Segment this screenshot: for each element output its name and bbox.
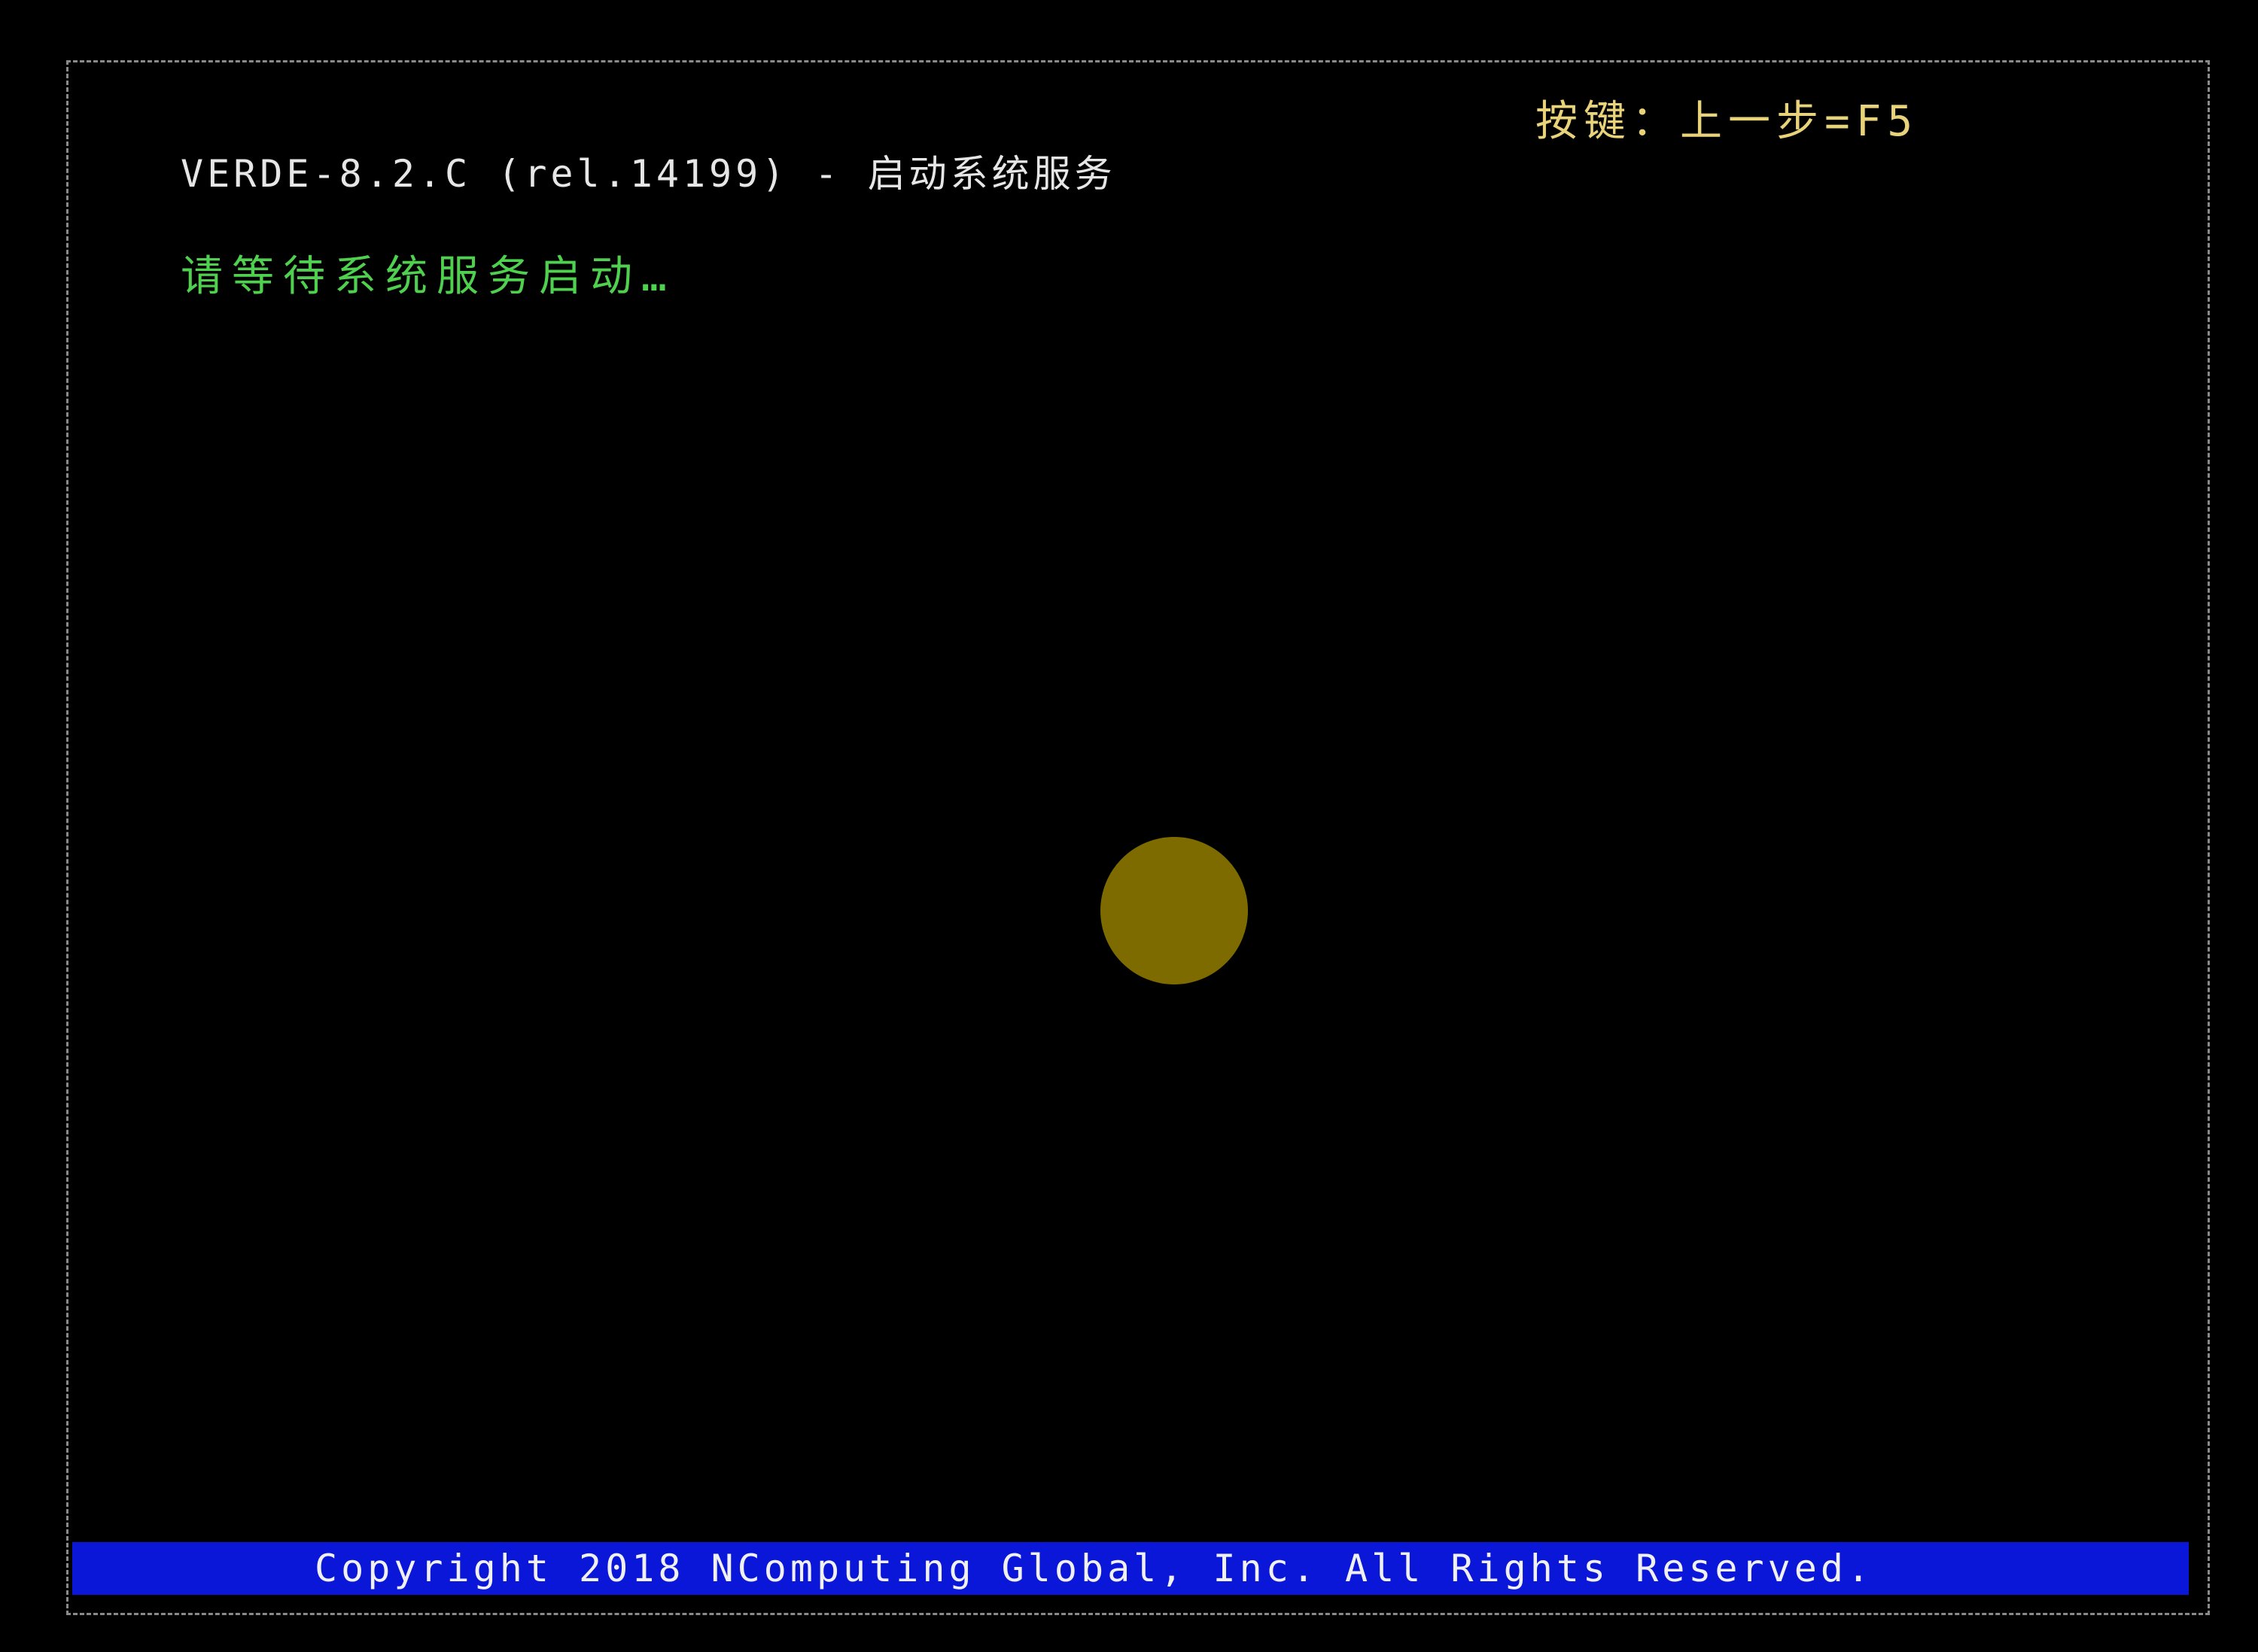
page-title: VERDE-8.2.C (rel.14199) - 启动系统服务 xyxy=(181,152,1116,196)
status-message: 请等待系统服务启动… xyxy=(181,252,676,301)
loading-spinner-icon xyxy=(1100,837,1248,984)
key-hint-back-f5: 按键：上一步=F5 xyxy=(1535,97,1919,146)
copyright-text: Copyright 2018 NComputing Global, Inc. A… xyxy=(315,1547,1874,1590)
copyright-bar: Copyright 2018 NComputing Global, Inc. A… xyxy=(72,1542,2189,1595)
